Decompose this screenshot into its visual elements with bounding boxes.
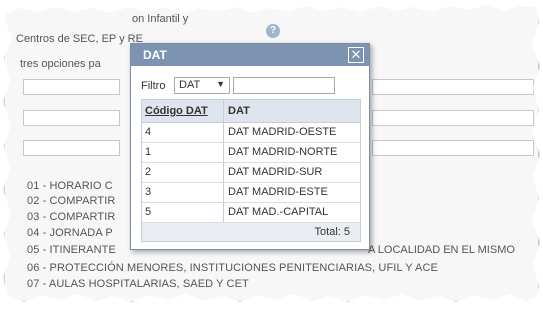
column-separator: [223, 203, 224, 222]
bg-field-2[interactable]: [23, 110, 120, 126]
bg-field-6[interactable]: [372, 140, 534, 156]
bg-field-5[interactable]: [372, 110, 534, 126]
bg-field-3[interactable]: [23, 140, 120, 156]
help-question-icon[interactable]: ?: [266, 24, 280, 38]
cell-name: DAT MADRID-NORTE: [228, 146, 338, 158]
bg-list-item[interactable]: 03 - COMPARTIR: [27, 211, 115, 223]
column-separator: [223, 163, 224, 182]
filter-select-value: DAT: [179, 79, 201, 91]
dat-table: Código DAT DAT 4 DAT MADRID-OESTE 1 DAT …: [141, 99, 361, 242]
dialog-titlebar[interactable]: DAT ✕: [131, 44, 369, 66]
bg-field-4[interactable]: [372, 79, 534, 95]
column-separator: [223, 123, 224, 142]
column-separator: [223, 100, 224, 122]
column-separator: [223, 183, 224, 202]
close-icon[interactable]: ✕: [348, 47, 364, 63]
bg-list-item[interactable]: 02 - COMPARTIR: [27, 195, 115, 207]
table-row[interactable]: 5 DAT MAD.-CAPITAL: [142, 203, 360, 223]
table-row[interactable]: 3 DAT MADRID-ESTE: [142, 183, 360, 203]
filter-select[interactable]: DAT ▼: [174, 77, 230, 94]
cell-code: 4: [145, 126, 152, 138]
cell-code: 1: [145, 146, 152, 158]
cell-code: 2: [145, 166, 152, 178]
table-row[interactable]: 4 DAT MADRID-OESTE: [142, 123, 360, 143]
bg-list-item[interactable]: 01 - HORARIO C: [27, 180, 113, 192]
bg-opciones-line: tres opciones pa: [20, 58, 101, 70]
cell-code: 5: [145, 206, 152, 218]
column-header-codigo[interactable]: Código DAT: [145, 105, 208, 117]
bg-field-1[interactable]: [23, 79, 120, 95]
filter-input[interactable]: [233, 77, 335, 94]
bg-centros-line: Centros de SEC, EP y RE: [16, 33, 143, 45]
total-count: Total: 5: [314, 226, 350, 238]
column-separator: [223, 143, 224, 162]
table-row[interactable]: 2 DAT MADRID-SUR: [142, 163, 360, 183]
dat-dialog: DAT ✕ Filtro DAT ▼ Código DAT DAT 4 DAT …: [130, 43, 370, 250]
bg-item5-tail: A LOCALIDAD EN EL MISMO: [368, 244, 515, 256]
cell-name: DAT MADRID-OESTE: [228, 126, 337, 138]
bg-top-fragment: on Infantil y: [132, 13, 189, 25]
cell-name: DAT MAD.-CAPITAL: [228, 206, 329, 218]
filter-label: Filtro: [141, 80, 166, 92]
bg-list-item[interactable]: 06 - PROTECCIÓN MENORES, INSTITUCIONES P…: [27, 262, 438, 274]
bg-list-item[interactable]: 07 - AULAS HOSPITALARIAS, SAED Y CET: [27, 278, 249, 290]
table-header: Código DAT DAT: [142, 100, 360, 123]
cell-name: DAT MADRID-ESTE: [228, 186, 328, 198]
dialog-title: DAT: [143, 48, 167, 62]
table-footer: Total: 5: [142, 223, 360, 241]
cell-name: DAT MADRID-SUR: [228, 166, 323, 178]
column-header-dat[interactable]: DAT: [228, 105, 250, 117]
dropdown-arrow-icon: ▼: [216, 79, 225, 89]
bg-list-item[interactable]: 05 - ITINERANTE: [27, 244, 116, 256]
table-row[interactable]: 1 DAT MADRID-NORTE: [142, 143, 360, 163]
bg-list-item[interactable]: 04 - JORNADA P: [27, 227, 113, 239]
cell-code: 3: [145, 186, 152, 198]
